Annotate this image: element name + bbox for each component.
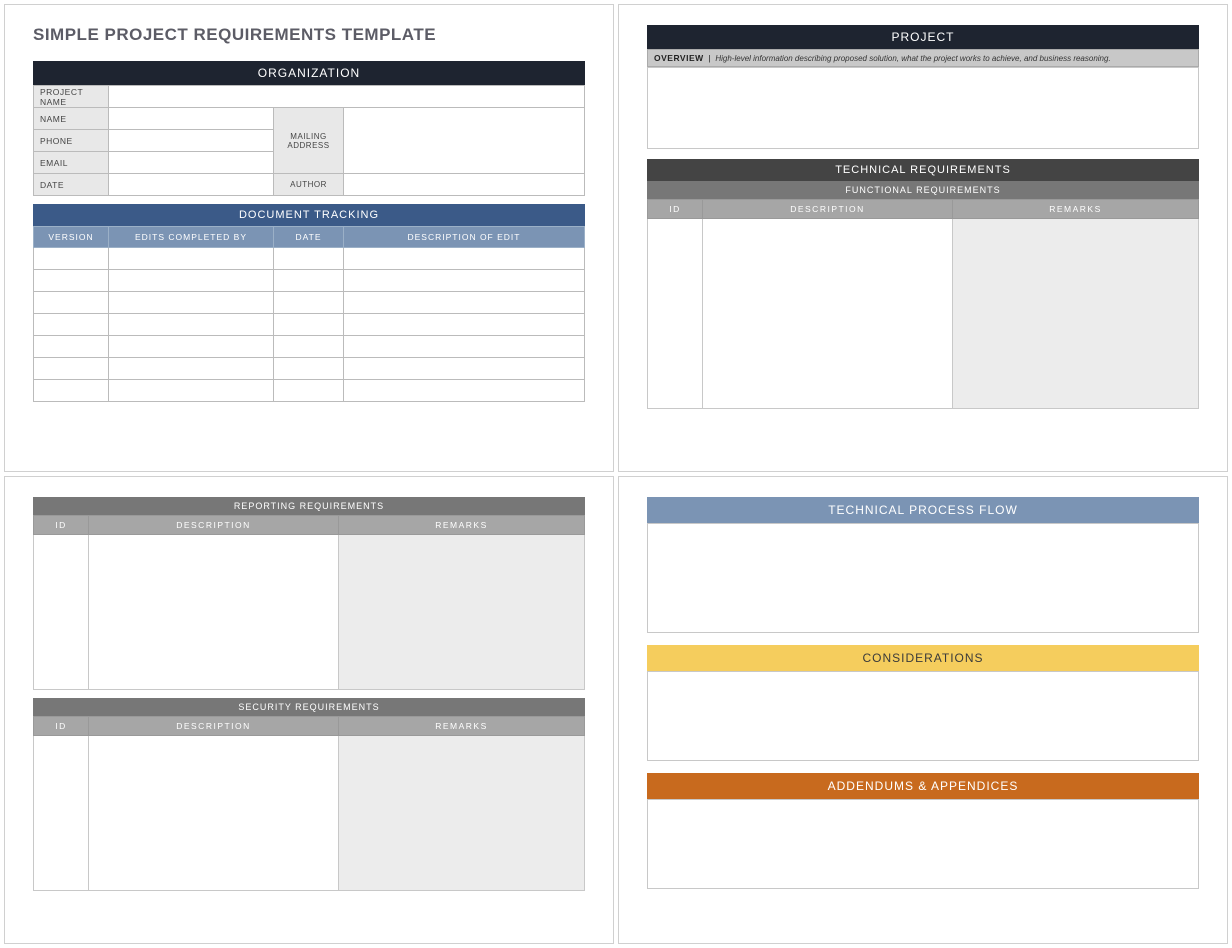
table-row	[34, 535, 585, 690]
label-mailing-address: MAILING ADDRESS	[274, 108, 344, 174]
col-id: ID	[34, 516, 89, 535]
considerations-header: CONSIDERATIONS	[647, 645, 1199, 671]
cell-desc	[89, 535, 339, 690]
table-row	[648, 219, 1199, 409]
col-desc: DESCRIPTION OF EDIT	[344, 227, 585, 248]
value-author	[344, 174, 585, 196]
col-id: ID	[34, 717, 89, 736]
value-phone	[109, 130, 274, 152]
cell-remarks	[953, 219, 1199, 409]
cell-remarks	[339, 535, 585, 690]
col-remarks: REMARKS	[953, 200, 1199, 219]
col-date: DATE	[274, 227, 344, 248]
cell-remarks	[339, 736, 585, 891]
security-requirements-header: SECURITY REQUIREMENTS	[33, 698, 585, 716]
organization-header: ORGANIZATION	[33, 61, 585, 85]
col-desc: DESCRIPTION	[89, 516, 339, 535]
table-row	[34, 358, 585, 380]
cell-id	[648, 219, 703, 409]
security-requirements-table: ID DESCRIPTION REMARKS	[33, 716, 585, 891]
overview-desc: High-level information describing propos…	[715, 54, 1110, 63]
technical-process-flow-header: TECHNICAL PROCESS FLOW	[647, 497, 1199, 523]
table-row	[34, 248, 585, 270]
label-date: DATE	[34, 174, 109, 196]
reporting-requirements-table: ID DESCRIPTION REMARKS	[33, 515, 585, 690]
col-version: VERSION	[34, 227, 109, 248]
table-row	[34, 292, 585, 314]
table-row	[34, 314, 585, 336]
organization-table: PROJECT NAME NAME MAILING ADDRESS PHONE …	[33, 85, 585, 196]
overview-textbox	[647, 67, 1199, 149]
col-desc: DESCRIPTION	[89, 717, 339, 736]
technical-requirements-header: TECHNICAL REQUIREMENTS	[647, 159, 1199, 181]
col-desc: DESCRIPTION	[703, 200, 953, 219]
label-phone: PHONE	[34, 130, 109, 152]
cell-desc	[89, 736, 339, 891]
value-name	[109, 108, 274, 130]
table-row	[34, 336, 585, 358]
col-edits-by: EDITS COMPLETED BY	[109, 227, 274, 248]
functional-requirements-header: FUNCTIONAL REQUIREMENTS	[647, 181, 1199, 199]
cell-desc	[703, 219, 953, 409]
label-project-name: PROJECT NAME	[34, 86, 109, 108]
value-mailing-address	[344, 108, 585, 174]
table-row	[34, 270, 585, 292]
value-email	[109, 152, 274, 174]
value-project-name	[109, 86, 585, 108]
col-remarks: REMARKS	[339, 717, 585, 736]
overview-row: OVERVIEW | High-level information descri…	[647, 49, 1199, 67]
label-name: NAME	[34, 108, 109, 130]
reporting-requirements-header: REPORTING REQUIREMENTS	[33, 497, 585, 515]
page-1: SIMPLE PROJECT REQUIREMENTS TEMPLATE ORG…	[4, 4, 614, 472]
functional-requirements-table: ID DESCRIPTION REMARKS	[647, 199, 1199, 409]
addendums-box	[647, 799, 1199, 889]
considerations-box	[647, 671, 1199, 761]
tracking-table: VERSION EDITS COMPLETED BY DATE DESCRIPT…	[33, 226, 585, 402]
cell-id	[34, 736, 89, 891]
label-author: AUTHOR	[274, 174, 344, 196]
tracking-header: DOCUMENT TRACKING	[33, 204, 585, 226]
col-remarks: REMARKS	[339, 516, 585, 535]
table-row	[34, 380, 585, 402]
page-2: PROJECT OVERVIEW | High-level informatio…	[618, 4, 1228, 472]
addendums-header: ADDENDUMS & APPENDICES	[647, 773, 1199, 799]
value-date	[109, 174, 274, 196]
project-header: PROJECT	[647, 25, 1199, 49]
col-id: ID	[648, 200, 703, 219]
overview-label: OVERVIEW	[654, 53, 704, 63]
page-3: REPORTING REQUIREMENTS ID DESCRIPTION RE…	[4, 476, 614, 944]
document-title: SIMPLE PROJECT REQUIREMENTS TEMPLATE	[33, 25, 585, 45]
cell-id	[34, 535, 89, 690]
page-4: TECHNICAL PROCESS FLOW CONSIDERATIONS AD…	[618, 476, 1228, 944]
label-email: EMAIL	[34, 152, 109, 174]
technical-process-flow-box	[647, 523, 1199, 633]
table-row	[34, 736, 585, 891]
